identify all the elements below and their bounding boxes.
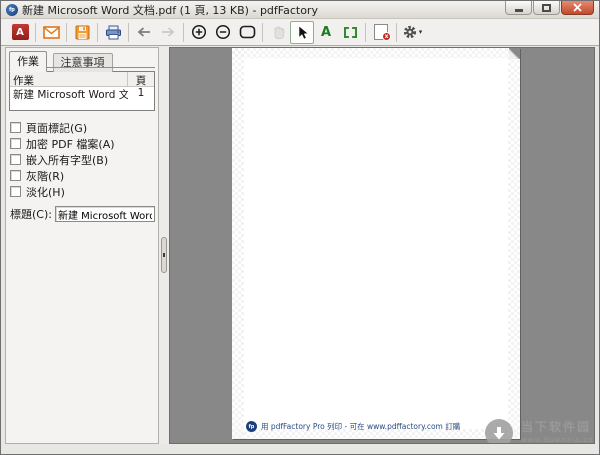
tab-notes[interactable]: 注意事項 <box>53 53 113 72</box>
cursor-arrow-icon <box>296 25 309 40</box>
option-label: 嵌入所有字型(B) <box>26 152 108 168</box>
app-icon: fp <box>6 4 18 16</box>
email-button[interactable] <box>39 21 63 44</box>
option-label: 加密 PDF 檔案(A) <box>26 136 115 152</box>
gear-icon <box>402 24 418 40</box>
pdffactory-window: fp 新建 Microsoft Word 文档.pdf (1 頁, 13 KB)… <box>0 0 600 455</box>
pdffactory-logo-icon: fp <box>246 421 257 432</box>
window-title: 新建 Microsoft Word 文档.pdf (1 頁, 13 KB) - … <box>22 2 318 18</box>
toolbar-separator <box>66 23 67 42</box>
checkbox-lighten[interactable] <box>10 186 21 197</box>
chevron-down-icon: ▾ <box>419 28 423 36</box>
minimize-button[interactable] <box>505 1 532 15</box>
option-encrypt-pdf[interactable]: 加密 PDF 檔案(A) <box>10 136 155 151</box>
option-label: 頁面標記(G) <box>26 120 87 136</box>
close-icon <box>573 3 582 12</box>
options-group: 頁面標記(G) 加密 PDF 檔案(A) 嵌入所有字型(B) 灰階(R) 淡化(… <box>9 120 155 199</box>
window-controls <box>504 1 594 15</box>
text-tool-button[interactable]: A <box>314 21 338 44</box>
option-lighten[interactable]: 淡化(H) <box>10 184 155 199</box>
envelope-icon <box>43 26 60 39</box>
zoom-out-icon <box>215 24 231 40</box>
fit-page-icon <box>239 25 256 39</box>
maximize-icon <box>542 4 551 12</box>
close-button[interactable] <box>561 1 594 15</box>
margin-zone <box>232 48 520 58</box>
job-name: 新建 Microsoft Word 文档.doc <box>10 87 128 100</box>
job-list-header: 作業 頁 <box>10 72 154 87</box>
column-header-pages[interactable]: 頁 <box>128 72 154 86</box>
marquee-icon <box>344 27 357 38</box>
title-field-label: 標題(C): <box>10 206 52 222</box>
toolbar-separator <box>396 23 397 42</box>
save-as-pdf-button[interactable]: A <box>8 21 32 44</box>
delete-job-icon: x <box>374 24 388 40</box>
content-area: 作業 注意事項 作業 頁 新建 Microsoft Word 文档.doc 1 … <box>5 47 595 444</box>
adobe-pdf-icon: A <box>12 24 29 40</box>
toolbar-separator <box>183 23 184 42</box>
table-row[interactable]: 新建 Microsoft Word 文档.doc 1 <box>10 87 154 100</box>
checkbox-page-marks[interactable] <box>10 122 21 133</box>
toolbar: A <box>1 19 599 46</box>
toolbar-separator <box>35 23 36 42</box>
zoom-in-icon <box>191 24 207 40</box>
splitter-handle[interactable] <box>161 237 167 273</box>
select-tool-button[interactable] <box>290 21 314 44</box>
zoom-in-button[interactable] <box>187 21 211 44</box>
margin-zone <box>232 48 244 439</box>
floppy-save-icon <box>75 25 90 40</box>
sidebar-tabs: 作業 注意事項 <box>9 51 155 68</box>
column-header-name[interactable]: 作業 <box>10 72 128 86</box>
delete-job-button[interactable]: x <box>369 21 393 44</box>
option-embed-fonts[interactable]: 嵌入所有字型(B) <box>10 152 155 167</box>
watermark-line1: 当下软件园 <box>521 420 595 436</box>
download-overlay-button[interactable] <box>485 419 513 444</box>
save-button[interactable] <box>70 21 94 44</box>
sidebar-splitter[interactable] <box>159 47 169 444</box>
page-preview[interactable]: fp 用 pdfFactory Pro 列印 - 可在 www.pdffacto… <box>232 48 520 439</box>
toolbar-separator <box>262 23 263 42</box>
forward-button[interactable] <box>156 21 180 44</box>
trial-footer: fp 用 pdfFactory Pro 列印 - 可在 www.pdffacto… <box>246 421 460 432</box>
checkbox-encrypt-pdf[interactable] <box>10 138 21 149</box>
marquee-tool-button[interactable] <box>338 21 362 44</box>
forward-arrow-icon <box>160 26 176 38</box>
toolbar-separator <box>128 23 129 42</box>
toolbar-separator <box>365 23 366 42</box>
option-page-marks[interactable]: 頁面標記(G) <box>10 120 155 135</box>
print-button[interactable] <box>101 21 125 44</box>
tab-jobs[interactable]: 作業 <box>9 51 47 72</box>
page-corner-fold <box>509 48 520 59</box>
margin-zone <box>508 48 520 439</box>
text-tool-icon: A <box>321 25 331 40</box>
zoom-out-button[interactable] <box>211 21 235 44</box>
back-arrow-icon <box>136 26 152 38</box>
option-grayscale[interactable]: 灰階(R) <box>10 168 155 183</box>
option-label: 灰階(R) <box>26 168 64 184</box>
toolbar-separator <box>97 23 98 42</box>
hand-icon <box>271 25 285 40</box>
fit-page-button[interactable] <box>235 21 259 44</box>
job-list[interactable]: 作業 頁 新建 Microsoft Word 文档.doc 1 <box>9 71 155 111</box>
sidebar: 作業 注意事項 作業 頁 新建 Microsoft Word 文档.doc 1 … <box>5 47 159 444</box>
hand-tool-button[interactable] <box>266 21 290 44</box>
job-pages: 1 <box>128 87 154 100</box>
settings-button[interactable]: ▾ <box>400 21 424 44</box>
back-button[interactable] <box>132 21 156 44</box>
maximize-button[interactable] <box>533 1 560 15</box>
download-arrow-icon <box>492 426 506 441</box>
titlebar[interactable]: fp 新建 Microsoft Word 文档.pdf (1 頁, 13 KB)… <box>1 1 599 19</box>
checkbox-grayscale[interactable] <box>10 170 21 181</box>
title-input[interactable] <box>55 206 155 222</box>
title-field-row: 標題(C): <box>10 206 155 222</box>
preview-pane[interactable]: fp 用 pdfFactory Pro 列印 - 可在 www.pdffacto… <box>169 47 595 444</box>
printer-icon <box>105 25 122 40</box>
minimize-icon <box>515 9 523 12</box>
watermark-line2: www.downxia.com <box>521 436 595 444</box>
site-watermark: 当下软件园 www.downxia.com <box>521 420 595 444</box>
trial-footer-text: 用 pdfFactory Pro 列印 - 可在 www.pdffactory.… <box>261 421 460 432</box>
checkbox-embed-fonts[interactable] <box>10 154 21 165</box>
option-label: 淡化(H) <box>26 184 65 200</box>
